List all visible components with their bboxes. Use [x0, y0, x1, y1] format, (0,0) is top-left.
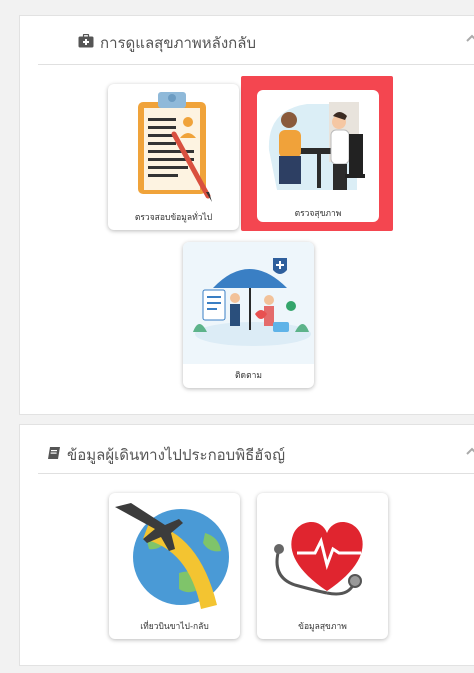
panel-header[interactable]: ข้อมูลผู้เดินทางไปประกอบพิธีฮัจญ์: [38, 425, 474, 474]
clipboard-checklist-icon: [108, 84, 239, 206]
card-label: ตรวจสอบข้อมูลทั่วไป: [134, 213, 213, 223]
book-icon: [47, 446, 61, 464]
hajj-traveller-info-panel: ข้อมูลผู้เดินทางไปประกอบพิธีฮัจญ์: [19, 424, 474, 666]
card-health-check[interactable]: ตรวจสุขภาพ: [257, 90, 379, 222]
collapse-chevron-icon[interactable]: [466, 30, 474, 46]
section-title-text: การดูแลสุขภาพหลังกลับ: [100, 34, 256, 52]
airplane-globe-icon: [109, 493, 240, 615]
collapse-chevron-icon[interactable]: [466, 443, 474, 459]
doctor-consultation-icon: [257, 90, 379, 202]
heart-stethoscope-icon: [257, 493, 388, 615]
card-label: ติดตาม: [235, 371, 262, 381]
card-label: ข้อมูลสุขภาพ: [298, 622, 347, 632]
card-flights[interactable]: เที่ยวบินขาไป-กลับ: [109, 493, 240, 639]
health-umbrella-icon: [183, 242, 314, 364]
card-health-info[interactable]: ข้อมูลสุขภาพ: [257, 493, 388, 639]
card-general-info[interactable]: ตรวจสอบข้อมูลทั่วไป: [108, 84, 239, 230]
medical-kit-icon: [78, 33, 94, 52]
panel-title: การดูแลสุขภาพหลังกลับ: [78, 31, 256, 55]
card-follow-up[interactable]: ติดตาม: [183, 242, 314, 388]
panel-title: ข้อมูลผู้เดินทางไปประกอบพิธีฮัจญ์: [47, 443, 285, 467]
section-title-text: ข้อมูลผู้เดินทางไปประกอบพิธีฮัจญ์: [67, 446, 285, 464]
panel-header[interactable]: การดูแลสุขภาพหลังกลับ: [38, 16, 474, 65]
card-label: ตรวจสุขภาพ: [294, 209, 342, 219]
card-label: เที่ยวบินขาไป-กลับ: [140, 622, 209, 632]
